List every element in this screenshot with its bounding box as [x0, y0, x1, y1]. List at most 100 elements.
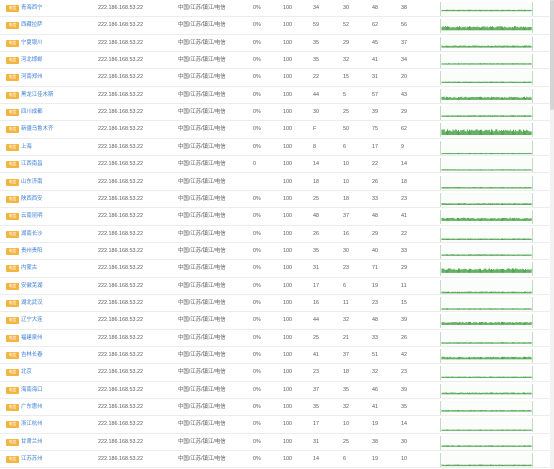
node-location-link[interactable]: 内蒙古 [21, 260, 37, 276]
loss-cell: 0% [253, 230, 261, 237]
max-cell: 30 [343, 5, 349, 11]
table-row[interactable]: 电信 湖南长沙 222.186.168.53.22 中国/江苏/镇江/电信 0% 100 2… [0, 226, 554, 243]
node-location-link[interactable]: 湖南长沙 [21, 226, 43, 242]
loss-cell: 0% [253, 334, 261, 341]
ip-cell: 222.186.168.53.22 [98, 421, 143, 428]
table-row[interactable]: 电信 陕西西安 222.186.168.53.22 中国/江苏/镇江/电信 0% 100 2… [0, 191, 554, 209]
latency-sparkline [440, 106, 533, 121]
min-cell: 23 [313, 369, 319, 376]
loss-cell: 0% [253, 143, 261, 150]
avg-cell: 23 [372, 299, 378, 306]
table-row[interactable]: 电信 宁夏银川 222.186.168.53.22 中国/江苏/镇江/电信 0% 100 3… [0, 35, 554, 53]
table-row[interactable]: 电信 黑龙江佳木斯 222.186.168.53.22 中国/江苏/镇江/电信 0% 10… [0, 87, 554, 105]
table-row[interactable]: 电信 辽宁大连 222.186.168.53.22 中国/江苏/镇江/电信 0% 100 4… [0, 312, 554, 330]
node-location-link[interactable]: 福建泉州 [21, 330, 43, 346]
node-location-link[interactable]: 山东济南 [21, 174, 43, 190]
node-location-link[interactable]: 甘肃兰州 [21, 434, 43, 450]
node-location-link[interactable]: 云南昆明 [21, 208, 43, 224]
table-row[interactable]: 电信 甘肃兰州 222.186.168.53.22 中国/江苏/镇江/电信 0% 100 3… [0, 434, 554, 452]
isp-badge: 电信 [6, 5, 19, 12]
table-row[interactable]: 电信 安徽芜湖 222.186.168.53.22 中国/江苏/镇江/电信 0% 100 1… [0, 278, 554, 295]
latency-sparkline [440, 158, 533, 173]
table-row[interactable]: 电信 山东济南 222.186.168.53.22 中国/江苏/镇江/电信 100 18 1… [0, 174, 554, 191]
sent-cell: 100 [283, 282, 292, 289]
node-location-link[interactable]: 吉林长春 [21, 347, 43, 363]
last-cell: 56 [401, 22, 407, 29]
scrollbar-thumb[interactable] [550, 0, 554, 110]
max-cell: 10 [343, 161, 349, 168]
max-cell: 50 [343, 126, 349, 133]
table-row[interactable]: 电信 新疆乌鲁木齐 222.186.168.53.22 中国/江苏/镇江/电信 0% 10… [0, 121, 554, 139]
avg-cell: 46 [372, 386, 378, 393]
node-location-link[interactable]: 新疆乌鲁木齐 [21, 121, 53, 137]
node-location-link[interactable]: 河南郑州 [21, 69, 43, 85]
node-location-link[interactable]: 辽宁大连 [21, 312, 43, 328]
sent-cell: 100 [283, 265, 292, 272]
table-row[interactable]: 电信 海南海口 222.186.168.53.22 中国/江苏/镇江/电信 0% 100 3… [0, 382, 554, 400]
sent-cell: 100 [283, 352, 292, 358]
node-location-link[interactable]: 浙江杭州 [21, 416, 43, 432]
vertical-scrollbar[interactable] [550, 0, 554, 469]
loss-cell: 0% [253, 404, 261, 411]
table-row[interactable]: 电信 河南郑州 222.186.168.53.22 中国/江苏/镇江/电信 0% 100 2… [0, 69, 554, 87]
loss-cell: 0% [253, 247, 261, 254]
table-row[interactable]: 电信 云南昆明 222.186.168.53.22 中国/江苏/镇江/电信 0% 100 4… [0, 208, 554, 226]
node-location-link[interactable]: 广东惠州 [21, 399, 43, 415]
table-row[interactable]: 电信 湖北武汉 222.186.168.53.22 中国/江苏/镇江/电信 0% 100 1… [0, 295, 554, 313]
latency-sparkline [440, 227, 533, 242]
isp-badge: 电信 [6, 386, 19, 394]
last-cell: 15 [401, 299, 407, 306]
table-row[interactable]: 电信 福建泉州 222.186.168.53.22 中国/江苏/镇江/电信 0% 100 2… [0, 330, 554, 347]
node-location-link[interactable]: 安徽芜湖 [21, 278, 43, 294]
isp-cell: 中国/江苏/镇江/电信 [178, 386, 226, 393]
table-row[interactable]: 电信 浙江杭州 222.186.168.53.22 中国/江苏/镇江/电信 0% 100 1… [0, 416, 554, 434]
table-row[interactable]: 电信 贵州贵阳 222.186.168.53.22 中国/江苏/镇江/电信 0% 100 3… [0, 243, 554, 261]
avg-cell: 32 [372, 369, 378, 376]
table-row[interactable]: 电信 江苏苏州 222.186.168.53.22 中国/江苏/镇江/电信 0% 100 1… [0, 451, 554, 469]
sent-cell: 100 [283, 143, 292, 150]
avg-cell: 41 [372, 57, 378, 64]
node-location-link[interactable]: 宁夏银川 [21, 35, 43, 51]
sent-cell: 100 [283, 178, 292, 185]
node-location-link[interactable]: 江苏苏州 [21, 451, 43, 467]
node-location-link[interactable]: 西藏拉萨 [21, 17, 43, 33]
node-location-link[interactable]: 黑龙江佳木斯 [21, 87, 53, 103]
isp-cell: 中国/江苏/镇江/电信 [178, 352, 226, 358]
table-row[interactable]: 电信 广东惠州 222.186.168.53.22 中国/江苏/镇江/电信 0% 100 3… [0, 399, 554, 417]
node-location-link[interactable]: 海南海口 [21, 382, 43, 398]
isp-badge: 电信 [6, 404, 19, 412]
min-cell: 17 [313, 421, 319, 428]
table-row[interactable]: 电信 吉林长春 222.186.168.53.22 中国/江苏/镇江/电信 0% 100 4… [0, 347, 554, 365]
max-cell: 25 [343, 438, 349, 445]
last-cell: 39 [401, 317, 407, 324]
table-row[interactable]: 电信 青海西宁 222.186.168.53.22 中国/江苏/镇江/电信 0% 100 3… [0, 0, 554, 18]
latency-sparkline [440, 418, 533, 433]
table-row[interactable]: 电信 北京 222.186.168.53.22 中国/江苏/镇江/电信 0% 100 23 1… [0, 364, 554, 382]
ip-cell: 222.186.168.53.22 [98, 438, 143, 445]
node-location-link[interactable]: 湖北武汉 [21, 295, 43, 311]
node-location-link[interactable]: 河北邯郸 [21, 52, 43, 68]
last-cell: 14 [401, 421, 407, 428]
isp-cell: 中国/江苏/镇江/电信 [178, 282, 226, 289]
node-location-link[interactable]: 陕西西安 [21, 191, 43, 207]
min-cell: 17 [313, 282, 319, 289]
ip-cell: 222.186.168.53.22 [98, 282, 143, 289]
node-location-link[interactable]: 北京 [21, 364, 32, 380]
node-location-link[interactable]: 江西南昌 [21, 156, 43, 172]
table-row[interactable]: 电信 内蒙古 222.186.168.53.22 中国/江苏/镇江/电信 0% 100 31… [0, 260, 554, 278]
node-location-link[interactable]: 贵州贵阳 [21, 243, 43, 259]
avg-cell: 75 [372, 126, 378, 133]
table-row[interactable]: 电信 四川成都 222.186.168.53.22 中国/江苏/镇江/电信 0% 100 3… [0, 104, 554, 122]
table-row[interactable]: 电信 河北邯郸 222.186.168.53.22 中国/江苏/镇江/电信 0% 100 3… [0, 52, 554, 70]
table-row[interactable]: 电信 西藏拉萨 222.186.168.53.22 中国/江苏/镇江/电信 0% 100 5… [0, 17, 554, 35]
node-location-link[interactable]: 上海 [21, 139, 32, 155]
avg-cell: 17 [372, 143, 378, 150]
table-row[interactable]: 电信 上海 222.186.168.53.22 中国/江苏/镇江/电信 0% 100 8 6 1… [0, 139, 554, 157]
min-cell: 26 [313, 230, 319, 237]
min-cell: 22 [313, 74, 319, 81]
node-location-link[interactable]: 四川成都 [21, 104, 43, 120]
table-row[interactable]: 电信 江西南昌 222.186.168.53.22 中国/江苏/镇江/电信 0 100 14… [0, 156, 554, 174]
min-cell: 8 [313, 143, 316, 150]
isp-cell: 中国/江苏/镇江/电信 [178, 369, 226, 376]
node-location-link[interactable]: 青海西宁 [21, 0, 43, 16]
